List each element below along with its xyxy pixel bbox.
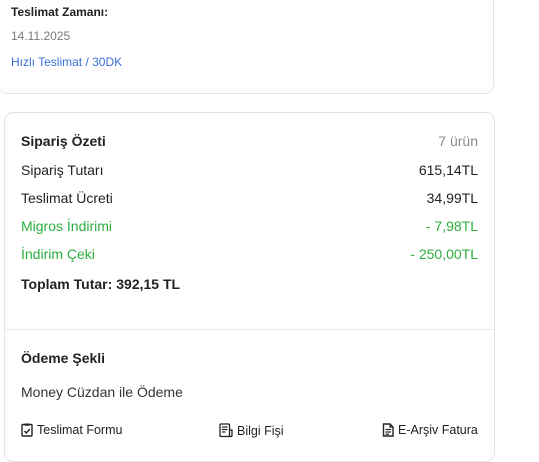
total-label: Toplam Tutar: <box>21 276 113 292</box>
order-summary-card: Sipariş Özeti 7 ürün Sipariş Tutarı 615,… <box>4 112 495 462</box>
coupon-discount-value: - 250,00TL <box>410 246 478 262</box>
delivery-card: Teslimat Zamanı: 14.11.2025 Hızlı Teslim… <box>0 0 494 94</box>
info-receipt-label: Bilgi Fişi <box>237 423 284 438</box>
summary-row-delivery-fee: Teslimat Ücreti 34,99TL <box>21 190 478 206</box>
delivery-form-link[interactable]: Teslimat Formu <box>21 423 122 437</box>
e-archive-invoice-label: E-Arşiv Fatura <box>398 423 478 437</box>
summary-title: Sipariş Özeti <box>21 133 106 149</box>
summary-row-order-amount: Sipariş Tutarı 615,14TL <box>21 162 478 178</box>
total-amount: Toplam Tutar: 392,15 TL <box>21 276 184 292</box>
summary-row-migros-discount: Migros İndirimi - 7,98TL <box>21 218 478 234</box>
payment-title: Ödeme Şekli <box>21 350 106 366</box>
migros-discount-value: - 7,98TL <box>425 218 478 234</box>
payment-method: Money Cüzdan ile Ödeme <box>21 384 183 400</box>
info-receipt-link[interactable]: Bilgi Fişi <box>219 423 284 438</box>
delivery-form-icon <box>21 423 33 437</box>
invoice-icon <box>382 423 394 437</box>
summary-header: Sipariş Özeti 7 ürün <box>21 133 478 149</box>
order-amount-label: Sipariş Tutarı <box>21 162 104 178</box>
item-count: 7 ürün <box>438 133 478 149</box>
coupon-discount-label: İndirim Çeki <box>21 246 95 262</box>
delivery-time-label: Teslimat Zamanı: <box>11 5 109 19</box>
delivery-fee-value: 34,99TL <box>426 190 478 206</box>
receipt-icon <box>219 423 233 438</box>
e-archive-invoice-link[interactable]: E-Arşiv Fatura <box>382 423 478 437</box>
delivery-type: Hızlı Teslimat / 30DK <box>11 55 123 69</box>
delivery-form-label: Teslimat Formu <box>37 423 123 437</box>
total-value: 392,15 TL <box>116 276 181 292</box>
order-amount-value: 615,14TL <box>418 162 478 178</box>
delivery-date: 14.11.2025 <box>11 29 71 43</box>
section-divider <box>5 329 494 330</box>
summary-row-coupon-discount: İndirim Çeki - 250,00TL <box>21 246 478 262</box>
delivery-fee-label: Teslimat Ücreti <box>21 190 113 206</box>
migros-discount-label: Migros İndirimi <box>21 218 113 234</box>
